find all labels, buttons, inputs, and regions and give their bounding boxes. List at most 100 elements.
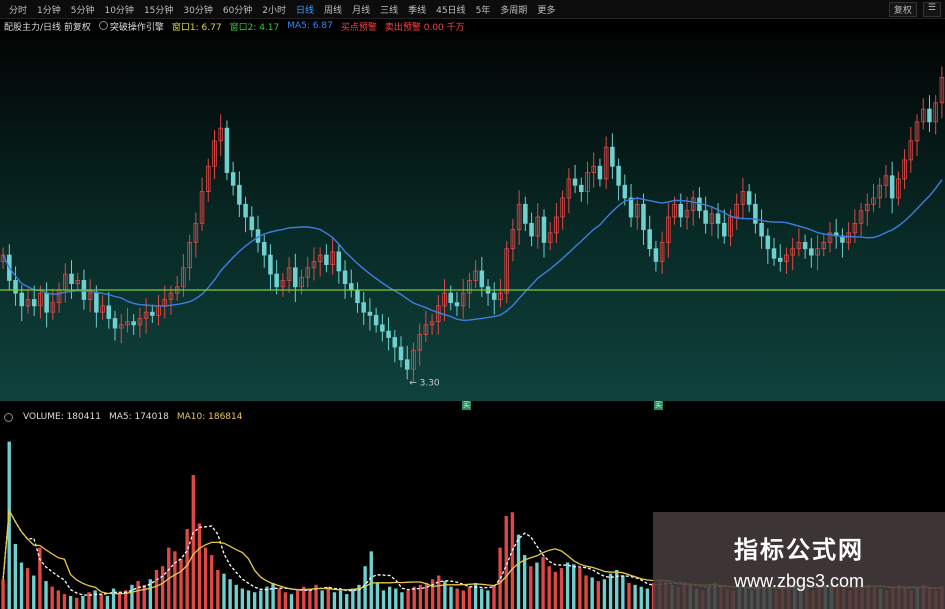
volume-bar <box>56 590 60 609</box>
candle-body <box>404 359 410 370</box>
volume-bar <box>271 582 275 609</box>
volume-bar <box>338 590 343 609</box>
period-tab[interactable]: 5年 <box>471 3 496 16</box>
period-tab[interactable]: 月线 <box>347 3 375 16</box>
period-tab[interactable]: 周线 <box>319 3 347 16</box>
adjust-button[interactable]: 复权 <box>888 2 917 17</box>
candle-body <box>243 203 248 218</box>
candle-body <box>373 314 379 326</box>
candle-body <box>479 270 485 288</box>
ma5-value: MA5: 174018 <box>108 412 169 422</box>
volume-bar <box>516 534 521 609</box>
candle-body <box>224 127 230 173</box>
volume-bar <box>185 529 189 609</box>
period-tab[interactable]: 45日线 <box>431 3 470 16</box>
indicator-info-bar: 配股主力/日线 前复权 突破操作引擎 窗口1: 6.77 窗口2: 4.17 M… <box>0 19 945 33</box>
candle-body <box>274 273 279 288</box>
candle-body <box>150 311 155 316</box>
candle-body <box>342 270 348 285</box>
volume-bar <box>621 575 625 609</box>
volume-bar <box>191 475 195 609</box>
period-tab[interactable]: 60分钟 <box>218 3 257 16</box>
volume-bar <box>467 586 472 609</box>
candle-body <box>523 203 528 224</box>
volume-bar <box>559 568 564 609</box>
candle-body <box>927 108 932 123</box>
volume-bar <box>381 590 386 609</box>
period-tab[interactable]: 15分钟 <box>139 3 178 16</box>
volume-bar <box>246 590 251 609</box>
period-tab[interactable]: 多周期 <box>495 3 532 16</box>
volume-bar <box>541 556 545 609</box>
volume-value: VOLUME: 180411 <box>23 412 101 422</box>
info-item: MA5: 6.87 <box>287 21 333 31</box>
volume-bar <box>81 595 85 609</box>
settings-dot-icon[interactable] <box>4 412 13 422</box>
candle-body <box>765 235 771 250</box>
volume-bar <box>320 590 324 609</box>
volume-bar <box>369 551 373 609</box>
volume-bar <box>565 562 570 609</box>
candle-body <box>336 251 342 272</box>
volume-bar <box>210 555 214 609</box>
period-tab[interactable]: 更多 <box>532 3 560 16</box>
price-chart-background <box>0 33 945 401</box>
candle-body <box>392 337 398 348</box>
low-price-label: ← 3.30 <box>409 378 440 388</box>
candle-body <box>261 241 267 256</box>
candle-body <box>579 184 584 193</box>
volume-bar <box>148 579 153 609</box>
candle-body <box>94 292 99 313</box>
period-tab[interactable]: 1分钟 <box>32 3 66 16</box>
volume-bar <box>222 573 226 609</box>
candle-body <box>809 248 814 256</box>
ma10-value: MA10: 186814 <box>176 412 243 422</box>
volume-bar <box>117 592 122 609</box>
volume-bar <box>154 569 159 609</box>
settings-dot-icon[interactable] <box>98 20 108 30</box>
volume-bar <box>437 575 441 609</box>
volume-bar <box>387 586 392 609</box>
candle-body <box>13 280 18 294</box>
panel-separator <box>0 401 945 411</box>
candle-body <box>753 203 758 224</box>
price-chart[interactable]: ← 3.30 <box>0 33 945 401</box>
candle-body <box>268 254 273 275</box>
volume-bar <box>173 551 177 609</box>
volume-bar <box>203 547 208 609</box>
candle-body <box>249 216 255 231</box>
volume-bar <box>1 579 5 609</box>
volume-bar <box>234 584 238 609</box>
volume-bar <box>480 588 484 609</box>
volume-bar <box>430 579 435 609</box>
period-tab[interactable]: 10分钟 <box>99 3 138 16</box>
candle-body <box>44 292 49 313</box>
info-item: 买点预警 <box>340 22 377 33</box>
candle-body <box>454 302 460 307</box>
volume-bar <box>510 512 515 609</box>
period-tab[interactable]: 5分钟 <box>66 3 100 16</box>
candle-body <box>112 318 118 329</box>
period-tab[interactable]: 日线 <box>291 3 319 16</box>
period-tab[interactable]: 三线 <box>375 3 403 16</box>
volume-bar <box>295 590 300 609</box>
info-item: 卖出预警 0.00 千万 <box>384 22 465 33</box>
period-tab[interactable]: 季线 <box>403 3 431 16</box>
menu-icon[interactable]: ☰ <box>922 2 941 17</box>
period-toolbar: 分时 1分钟 5分钟 10分钟 15分钟 30分钟 60分钟 2小时 日线 周线 月线 三线 季线 45日… <box>0 0 945 19</box>
candle-body <box>131 321 136 326</box>
candle-body <box>597 165 603 180</box>
candle-body <box>491 292 497 300</box>
watermark: 指标公式网 www.zbgs3.com <box>653 512 945 609</box>
candle-body <box>69 273 74 285</box>
chart-title: 配股主力/日线 前复权 <box>4 22 91 33</box>
candle-body <box>386 330 391 338</box>
period-tab[interactable]: 分时 <box>4 3 32 16</box>
volume-bar <box>400 592 404 609</box>
candle-body <box>541 216 547 243</box>
volume-bar <box>406 590 410 609</box>
period-tab[interactable]: 30分钟 <box>178 3 217 16</box>
volume-bar <box>326 586 330 609</box>
volume-bar <box>572 564 576 609</box>
period-tab[interactable]: 2小时 <box>257 3 291 16</box>
